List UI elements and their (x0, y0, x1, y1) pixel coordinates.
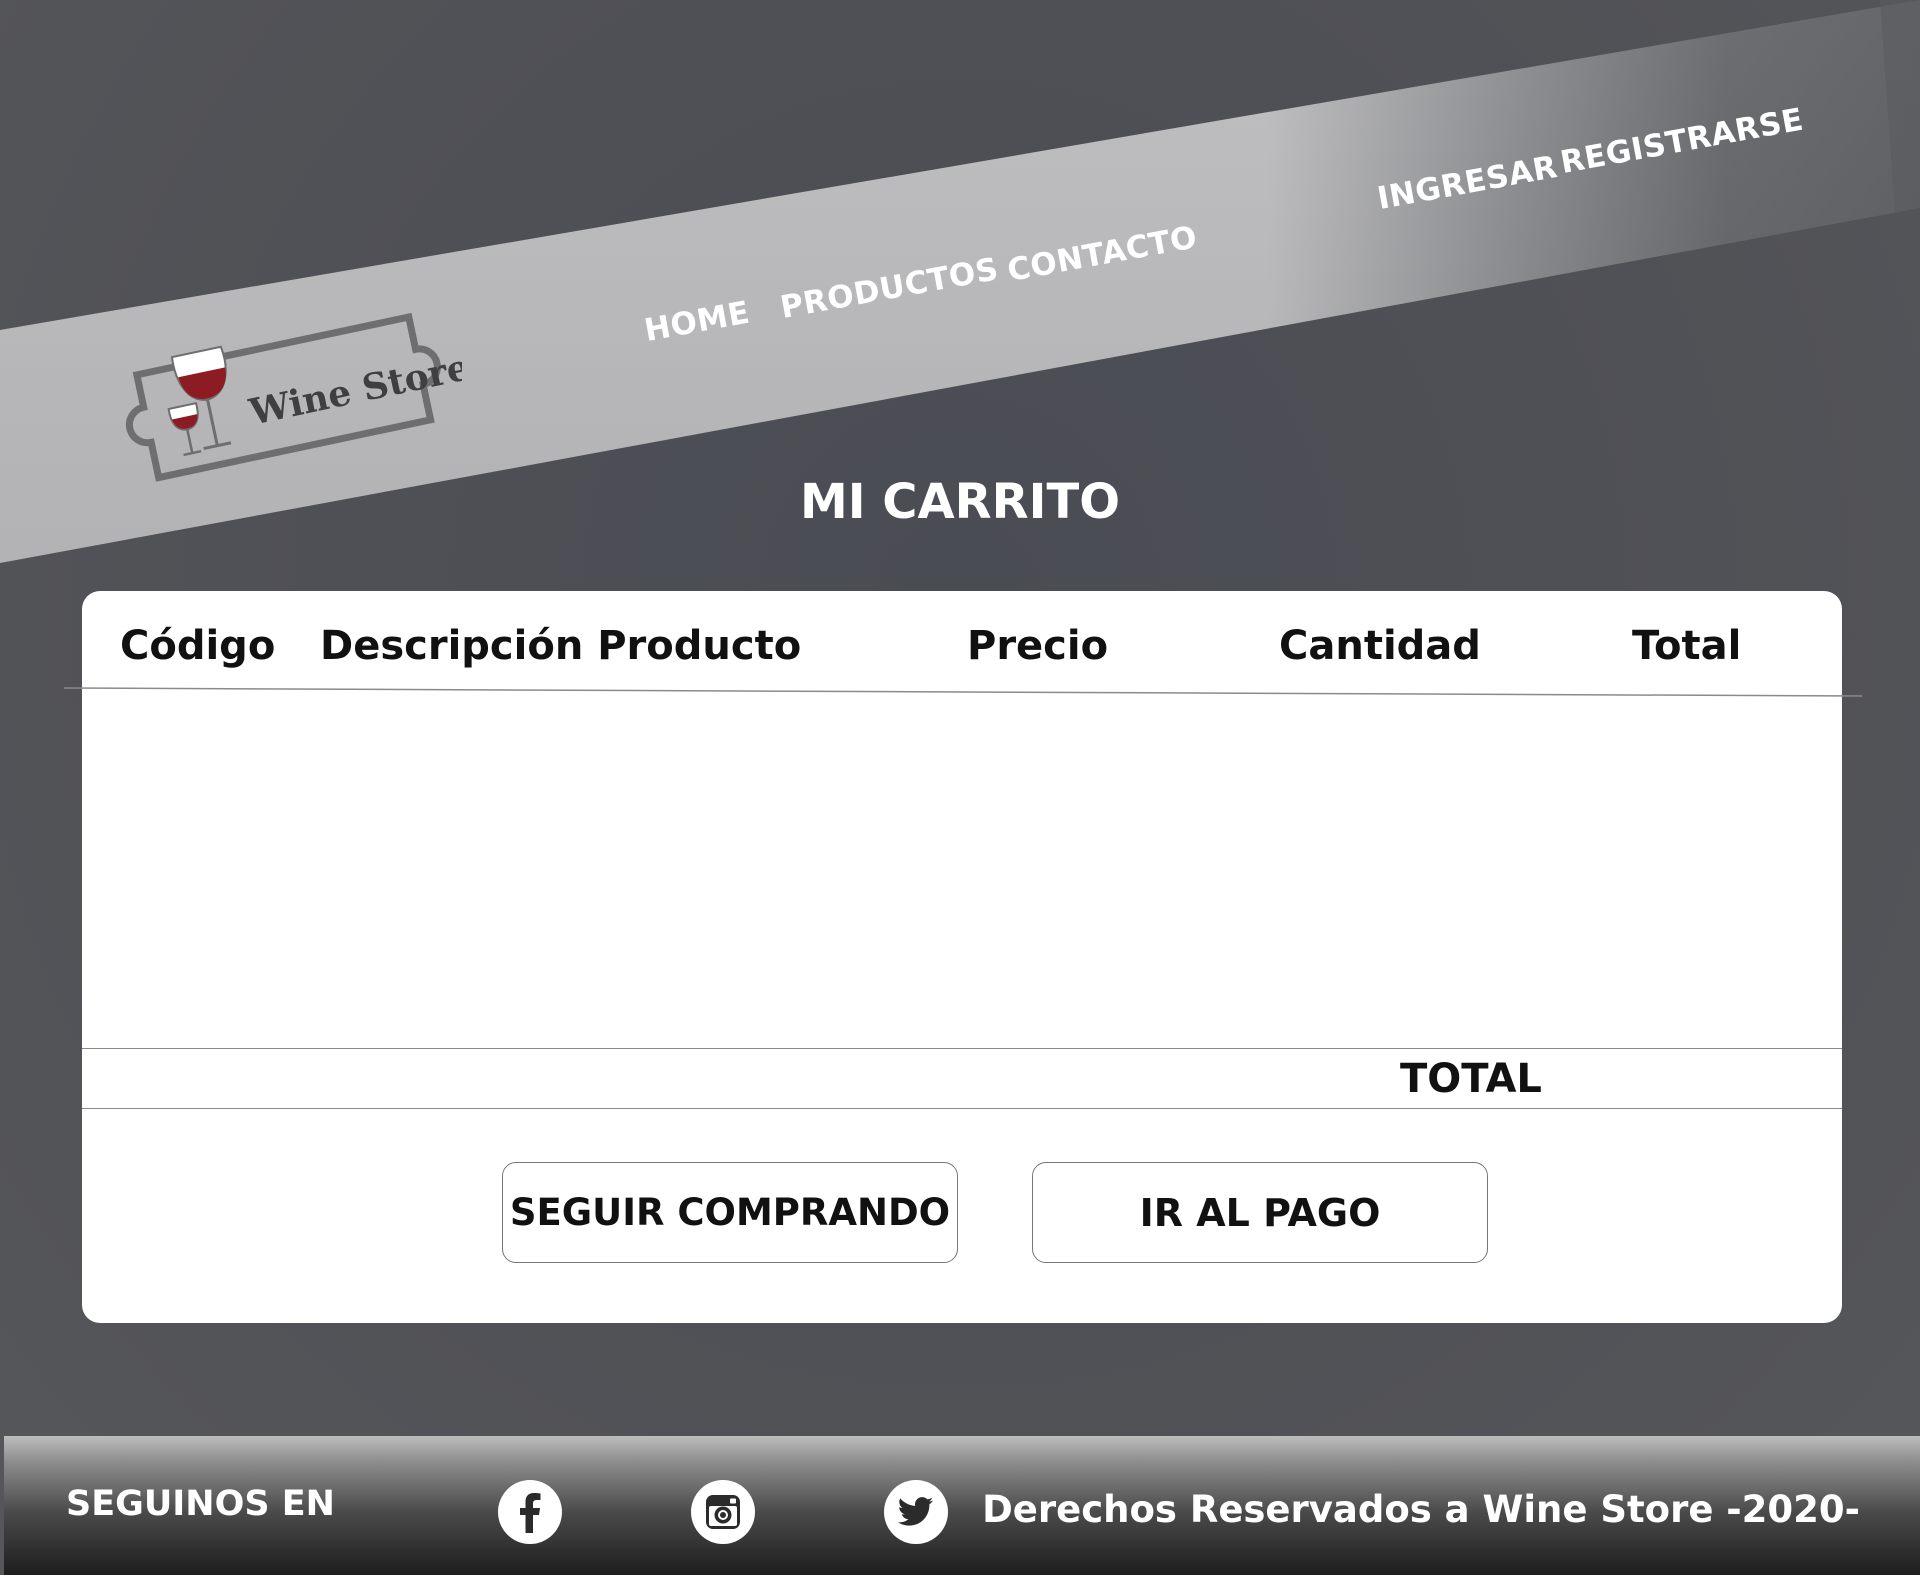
nav-productos[interactable]: PRODUCTOS (778, 251, 1002, 326)
cart-table: Código Descripción Producto Precio Canti… (63, 591, 1863, 1323)
facebook-icon[interactable] (497, 1479, 563, 1545)
column-header-total: Total (1632, 623, 1742, 669)
total-divider-top (82, 1048, 1842, 1049)
follow-us-label: SEGUINOS EN (66, 1484, 335, 1524)
column-header-codigo: Código (120, 623, 276, 669)
page-title: MI CARRITO (799, 474, 1121, 530)
twitter-icon[interactable] (883, 1479, 949, 1545)
cart-items-area (82, 699, 1842, 1039)
header-divider (63, 687, 1863, 697)
instagram-icon[interactable] (690, 1479, 756, 1545)
nav-registrarse[interactable]: REGISTRARSE (1558, 102, 1807, 181)
copyright-text: Derechos Reservados a Wine Store -2020- (982, 1488, 1860, 1531)
nav-ingresar[interactable]: INGRESAR (1375, 149, 1561, 217)
wine-store-logo[interactable]: Wine Store (122, 288, 462, 498)
column-header-descripcion: Descripción Producto (320, 623, 802, 669)
go-to-payment-button[interactable]: IR AL PAGO (1032, 1162, 1488, 1263)
total-label: TOTAL (1400, 1056, 1542, 1102)
column-header-precio: Precio (967, 623, 1109, 669)
column-header-cantidad: Cantidad (1279, 623, 1481, 669)
nav-home[interactable]: HOME (642, 295, 753, 349)
cart-table-header: Código Descripción Producto Precio Canti… (82, 591, 1842, 693)
continue-shopping-button[interactable]: SEGUIR COMPRANDO (502, 1162, 958, 1263)
footer: SEGUINOS EN Derechos Reservados a Wine S… (4, 1436, 1920, 1575)
nav-contacto[interactable]: CONTACTO (1005, 219, 1200, 289)
total-divider-bottom (82, 1108, 1842, 1109)
